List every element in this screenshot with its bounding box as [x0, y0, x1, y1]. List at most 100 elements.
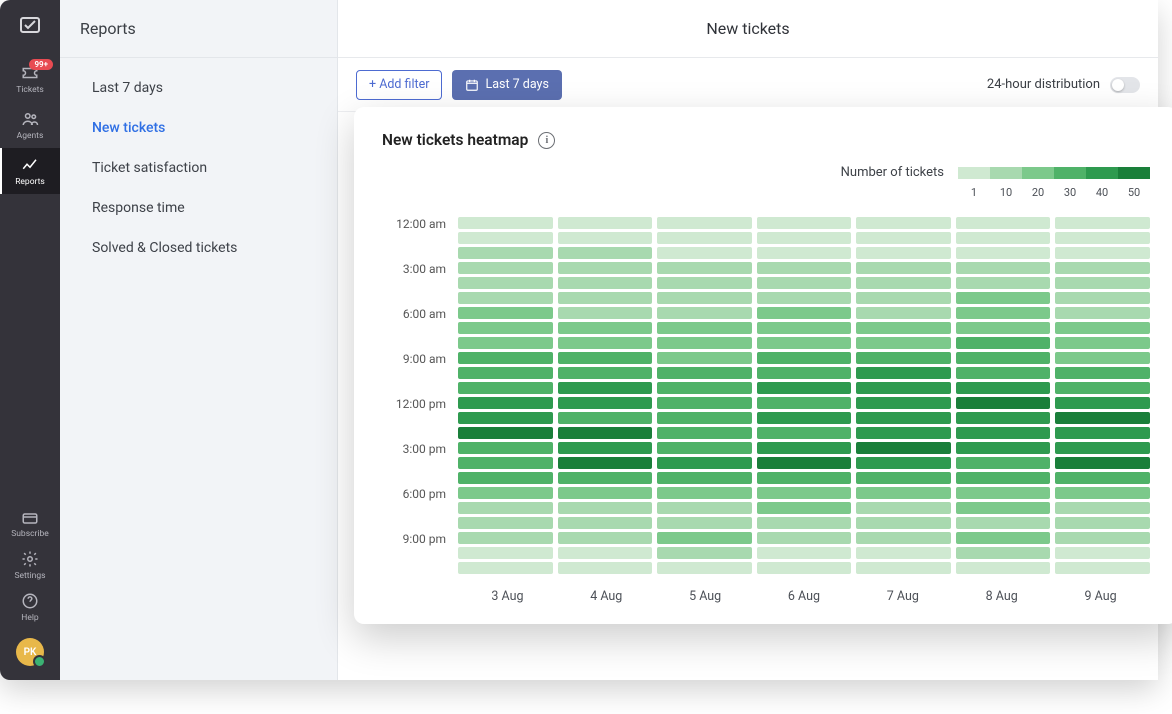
info-icon[interactable]: i [538, 132, 555, 149]
heatmap-cell [956, 292, 1051, 304]
heatmap-cell [1055, 562, 1150, 574]
heatmap-cell [458, 382, 553, 394]
nav-label: Agents [17, 131, 44, 141]
heatmap-cell [1055, 232, 1150, 244]
y-tick [382, 562, 446, 577]
y-tick [382, 367, 446, 382]
heatmap-cell [856, 322, 951, 334]
heatmap-cell [956, 382, 1051, 394]
y-tick [382, 382, 446, 397]
heatmap-cell [558, 382, 653, 394]
nav-reports[interactable]: Reports [0, 148, 60, 194]
x-tick: 4 Aug [557, 589, 656, 604]
nav-settings[interactable]: Settings [0, 544, 60, 586]
sidebar-title: Reports [60, 0, 337, 58]
nav-label: Reports [15, 177, 45, 187]
nav-label: Subscribe [11, 529, 49, 539]
heatmap-cell [1055, 457, 1150, 469]
heatmap-cell [558, 352, 653, 364]
heatmap-cell [458, 247, 553, 259]
heatmap-card: New tickets heatmap i Number of tickets … [354, 107, 1172, 624]
nav-subscribe[interactable]: Subscribe [0, 502, 60, 544]
heatmap-cell [856, 337, 951, 349]
heatmap-cell [458, 262, 553, 274]
add-filter-button[interactable]: + Add filter [356, 70, 442, 100]
nav-agents[interactable]: Agents [0, 102, 60, 148]
x-tick: 8 Aug [952, 589, 1051, 604]
date-range-label: Last 7 days [485, 77, 548, 92]
heatmap-cell [558, 247, 653, 259]
legend-label: Number of tickets [841, 165, 944, 180]
heatmap-cell [458, 427, 553, 439]
nav-help[interactable]: Help [0, 586, 60, 628]
y-tick: 9:00 am [382, 352, 446, 367]
legend-swatch [958, 167, 990, 179]
heatmap-cell [856, 562, 951, 574]
heatmap-cell [757, 532, 852, 544]
heatmap-cell [657, 382, 752, 394]
heatmap-cell [657, 337, 752, 349]
x-tick: 6 Aug [755, 589, 854, 604]
sidebar-item[interactable]: Response time [60, 188, 337, 228]
distribution-toggle-wrap: 24-hour distribution [987, 77, 1140, 93]
heatmap-cell [1055, 247, 1150, 259]
heatmap-cell [1055, 307, 1150, 319]
y-tick: 9:00 pm [382, 532, 446, 547]
nav-tickets[interactable]: 99+ Tickets [0, 56, 60, 102]
heatmap-cell [956, 232, 1051, 244]
heatmap-cell [956, 532, 1051, 544]
y-tick [382, 292, 446, 307]
date-range-button[interactable]: Last 7 days [452, 70, 561, 100]
legend-swatch [1086, 167, 1118, 179]
heatmap-cell [657, 442, 752, 454]
heatmap-cell [956, 277, 1051, 289]
heatmap-cell [1055, 217, 1150, 229]
sidebar-item[interactable]: Solved & Closed tickets [60, 228, 337, 268]
heatmap-cell [558, 457, 653, 469]
heatmap-cell [956, 322, 1051, 334]
distribution-toggle[interactable] [1110, 77, 1140, 93]
heatmap-cell [1055, 502, 1150, 514]
heatmap: 12:00 am3:00 am6:00 am9:00 am12:00 pm3:0… [382, 217, 1150, 604]
heatmap-cell [1055, 547, 1150, 559]
heatmap-cell [458, 337, 553, 349]
heatmap-cell [956, 427, 1051, 439]
heatmap-cell [856, 352, 951, 364]
heatmap-cell [757, 457, 852, 469]
heatmap-cell [458, 322, 553, 334]
heatmap-cell [1055, 397, 1150, 409]
heatmap-cell [956, 547, 1051, 559]
heatmap-cell [856, 292, 951, 304]
heatmap-cell [757, 292, 852, 304]
sidebar-item[interactable]: New tickets [60, 108, 337, 148]
heatmap-cell [856, 502, 951, 514]
heatmap-cell [1055, 412, 1150, 424]
heatmap-cell [657, 517, 752, 529]
nav-label: Tickets [16, 85, 44, 95]
heatmap-cell [856, 427, 951, 439]
sidebar-item[interactable]: Last 7 days [60, 68, 337, 108]
heatmap-cell [757, 247, 852, 259]
nav-label: Help [21, 613, 38, 623]
heatmap-cell [458, 547, 553, 559]
heatmap-cell [458, 562, 553, 574]
heatmap-cell [956, 442, 1051, 454]
heatmap-cell [956, 367, 1051, 379]
heatmap-cell [757, 397, 852, 409]
y-tick: 12:00 am [382, 217, 446, 232]
heatmap-cell [1055, 442, 1150, 454]
heatmap-cell [757, 412, 852, 424]
y-tick [382, 427, 446, 442]
legend-tick: 50 [1118, 186, 1150, 199]
heatmap-cell [757, 367, 852, 379]
heatmap-cell [856, 397, 951, 409]
heatmap-cell [657, 262, 752, 274]
y-tick [382, 232, 446, 247]
sidebar-item[interactable]: Ticket satisfaction [60, 148, 337, 188]
heatmap-cell [558, 547, 653, 559]
heatmap-cell [458, 232, 553, 244]
user-avatar[interactable]: PK [16, 638, 44, 666]
heatmap-cell [657, 502, 752, 514]
y-tick: 3:00 pm [382, 442, 446, 457]
heatmap-cell [757, 442, 852, 454]
